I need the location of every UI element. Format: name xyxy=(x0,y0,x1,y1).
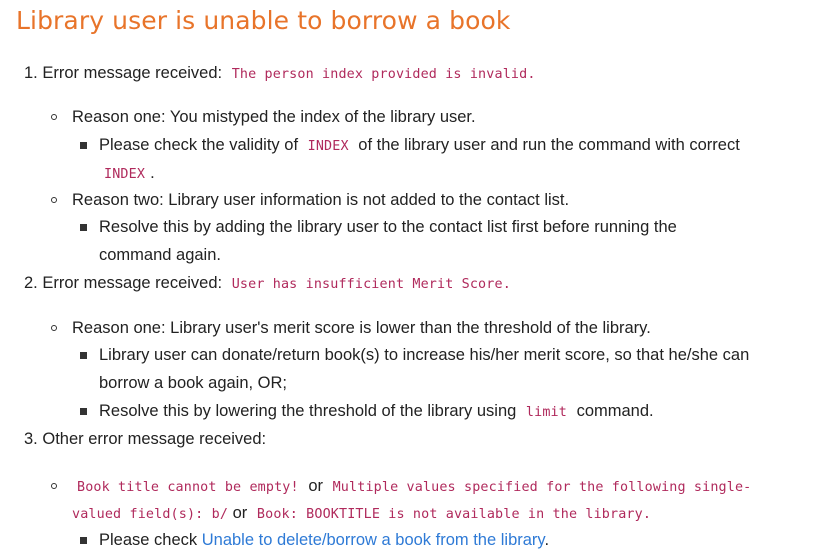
list-item-2: 2. Error message received: User has insu… xyxy=(24,272,516,296)
item-lead-text: Other error message received: xyxy=(42,430,267,448)
item-lead-text: Error message received: xyxy=(42,274,223,292)
sub-reason-item: Resolve this by adding the library user … xyxy=(99,218,677,236)
square-bullet-icon xyxy=(80,142,87,149)
circle-bullet-icon xyxy=(51,325,57,331)
item-number: 1. xyxy=(24,64,38,82)
error-message-code: Multiple values specified for the follow… xyxy=(332,480,752,495)
sub-reason-item: Please check the validity of INDEX of th… xyxy=(99,134,740,158)
circle-bullet-icon xyxy=(51,114,57,120)
item-number: 3. xyxy=(24,430,38,448)
list-item-1: 1. Error message received: The person in… xyxy=(24,62,541,86)
circle-bullet-icon xyxy=(51,483,57,489)
sub-text: Please check xyxy=(99,531,198,549)
sub-text: command. xyxy=(576,402,654,420)
inline-code: INDEX xyxy=(104,167,146,182)
sub-reason-continuation: INDEX. xyxy=(99,162,155,186)
section-heading: Library user is unable to borrow a book xyxy=(16,6,511,35)
list-item-3: 3. Other error message received: xyxy=(24,428,266,450)
error-message-code: The person index provided is invalid. xyxy=(231,67,536,82)
other-error-continuation: valued field(s): b/ or Book: BOOKTITLE i… xyxy=(72,502,656,526)
reason-item: Reason one: You mistyped the index of th… xyxy=(72,108,476,126)
item-lead-text: Error message received: xyxy=(42,64,223,82)
inline-code: limit xyxy=(525,405,567,420)
error-message-code: valued field(s): b/ xyxy=(72,507,229,522)
reason-item: Reason two: Library user information is … xyxy=(72,191,570,209)
sub-text: Please check the validity of xyxy=(99,136,299,154)
error-message-code: Book: BOOKTITLE is not available in the … xyxy=(256,507,652,522)
or-text: or xyxy=(308,477,323,495)
or-text: or xyxy=(232,504,248,522)
sub-text: Resolve this by lowering the threshold o… xyxy=(99,402,517,420)
circle-bullet-icon xyxy=(51,197,57,203)
square-bullet-icon xyxy=(80,408,87,415)
reason-item: Reason one: Library user's merit score i… xyxy=(72,319,651,337)
square-bullet-icon xyxy=(80,352,87,359)
sub-reason-continuation: borrow a book again, OR; xyxy=(99,374,288,392)
square-bullet-icon xyxy=(80,537,87,544)
square-bullet-icon xyxy=(80,224,87,231)
sub-reason-item: Library user can donate/return book(s) t… xyxy=(99,346,750,364)
other-error-item: Book title cannot be empty! or Multiple … xyxy=(72,475,756,499)
sub-reason-continuation: command again. xyxy=(99,246,221,264)
troubleshooting-link[interactable]: Unable to delete/borrow a book from the … xyxy=(202,531,545,549)
sub-reason-item: Please check Unable to delete/borrow a b… xyxy=(99,529,549,551)
error-message-code: User has insufficient Merit Score. xyxy=(231,277,511,292)
sub-text: of the library user and run the command … xyxy=(358,136,740,154)
inline-code: INDEX xyxy=(307,139,349,154)
troubleshooting-section: Library user is unable to borrow a book … xyxy=(0,0,838,559)
item-number: 2. xyxy=(24,274,38,292)
error-message-code: Book title cannot be empty! xyxy=(77,480,299,495)
sub-text: . xyxy=(544,531,550,549)
sub-reason-item: Resolve this by lowering the threshold o… xyxy=(99,400,654,424)
sub-text: . xyxy=(150,164,155,182)
